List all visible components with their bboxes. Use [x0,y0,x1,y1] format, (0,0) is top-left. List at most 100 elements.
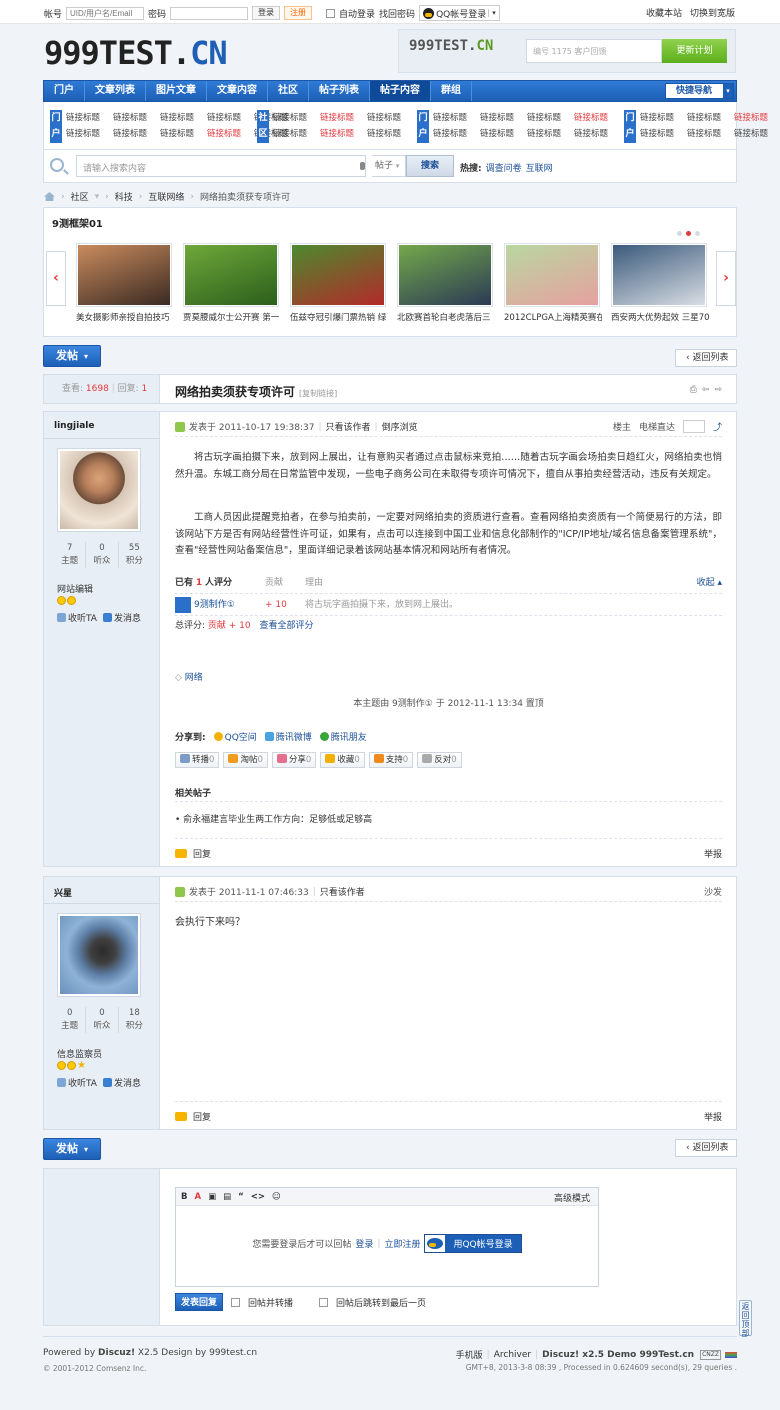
floor-jump-input[interactable] [682,420,705,433]
post-action-button[interactable]: 反对0 [417,752,462,768]
stat-threads[interactable]: 7 主题 [54,542,87,568]
ad-input[interactable]: 编号 1175 客户回馈 [526,39,662,63]
only-author-link[interactable]: 只看该作者 [320,885,365,898]
login-button[interactable]: 登录 [252,6,281,20]
login-link[interactable]: 登录 [355,1237,373,1250]
related-link[interactable]: • 俞永福建言毕业生两工作方向：足够低或足够高 [175,812,722,825]
slider-caption[interactable]: 贾莫腰威尔士公开赛 第一 [183,311,281,323]
site-logo[interactable]: 999TEST.CN [44,34,228,72]
report-link[interactable]: 举报 [704,1110,722,1123]
link-title[interactable]: 链接标题 [320,110,367,126]
slider-dot[interactable] [695,231,700,236]
stats-icon[interactable] [725,1351,737,1358]
post-action-button[interactable]: 分享0 [271,752,317,768]
link-title[interactable]: 链接标题 [207,110,254,126]
collapse-link[interactable]: 收起 ▴ [697,572,722,593]
archiver-link[interactable]: Archiver [494,1350,531,1360]
powered-brand[interactable]: Discuz! [98,1348,135,1358]
share-pengyou[interactable]: 腾讯朋友 [319,730,367,743]
link-title[interactable]: 链接标题 [574,126,621,142]
breadcrumb-item[interactable]: 互联网络 [148,190,184,203]
post-action-button[interactable]: 支持0 [368,752,414,768]
slider-thumb[interactable] [183,243,279,307]
submit-reply-button[interactable]: 发表回复 [175,1293,223,1311]
nav-item[interactable]: 文章列表 [85,81,146,101]
link-group-tag[interactable]: 门户 [50,110,62,143]
link-title[interactable]: 链接标题 [527,126,574,142]
home-icon[interactable] [44,192,55,201]
link-title[interactable]: 链接标题 [320,126,367,142]
slider-caption[interactable]: 北欧赛首轮白老虎落后三 [397,311,495,323]
register-button[interactable]: 注册 [284,6,313,20]
link-title[interactable]: 链接标题 [66,110,113,126]
quick-nav-button[interactable]: 快捷导航 ▾ [665,83,734,99]
repost-checkbox[interactable] [231,1297,240,1307]
editor-tool-button[interactable]: “ [238,1192,244,1202]
link-title[interactable]: 链接标题 [160,126,207,142]
slider-caption[interactable]: 伍兹夺冠引爆门票热销 绿 [290,311,388,323]
link-group-tag[interactable]: 门户 [624,110,636,143]
link-title[interactable]: 链接标题 [207,126,254,142]
slider-thumb[interactable] [290,243,386,307]
slider-dot[interactable] [677,231,682,236]
link-title[interactable]: 链接标题 [66,126,113,142]
rater-name[interactable]: 9测制作① [194,594,235,616]
link-title[interactable]: 链接标题 [367,126,414,142]
back-to-list-button[interactable]: ‹ 返回列表 [675,349,737,367]
author-name[interactable]: 兴星 [54,886,72,899]
search-type-select[interactable]: 帖子 ▾ [372,155,406,177]
stat-threads[interactable]: 0 主题 [54,1007,87,1033]
slider-thumb[interactable] [397,243,493,307]
mobile-link[interactable]: 手机版 [456,1348,483,1361]
slider-caption[interactable]: 美女摄影师亲授自拍技巧 [76,311,174,323]
post-action-button[interactable]: 淘帖0 [223,752,268,768]
editor-tool-button[interactable]: ▣ [208,1192,216,1202]
link-group-tag[interactable]: 社区 [257,110,269,143]
author-role[interactable]: 信息监察员 [57,1047,102,1060]
hot-link[interactable]: 调查问卷 [486,164,522,174]
rater-avatar[interactable] [175,596,191,613]
link-title[interactable]: 链接标题 [433,110,480,126]
nav-item[interactable]: 群组 [431,81,472,101]
password-input[interactable] [170,6,249,20]
back-to-top-button[interactable]: 返回顶部 [739,1300,752,1338]
stat-followers[interactable]: 0 听众 [86,542,119,568]
find-password-link[interactable]: 找回密码 [379,7,415,20]
nav-item[interactable]: 文章内容 [207,81,268,101]
jump-last-checkbox[interactable] [319,1297,329,1307]
nav-item[interactable]: 帖子列表 [309,81,370,101]
link-title[interactable]: 链接标题 [480,110,527,126]
report-link[interactable]: 举报 [704,847,722,860]
slider-thumb[interactable] [611,243,707,307]
link-title[interactable]: 链接标题 [160,110,207,126]
stat-points[interactable]: 18 积分 [119,1007,150,1033]
slider-dot[interactable] [686,231,691,236]
link-title[interactable]: 链接标题 [273,110,320,126]
avatar[interactable] [57,913,141,997]
slider-next-arrow[interactable]: › [716,251,736,306]
link-title[interactable]: 链接标题 [687,126,734,142]
slider-prev-arrow[interactable]: ‹ [46,251,66,306]
editor-tool-button[interactable]: A [194,1192,201,1202]
link-title[interactable]: 链接标题 [640,126,687,142]
slider-caption[interactable]: 西安两大优势起效 三星70 [611,311,709,323]
link-title[interactable]: 链接标题 [527,110,574,126]
go-icon[interactable]: ⤴ [713,420,722,433]
back-to-list-button[interactable]: ‹ 返回列表 [675,1139,737,1157]
copy-link[interactable]: [复制链接] [299,389,337,398]
stat-followers[interactable]: 0 听众 [86,1007,119,1033]
reply-link[interactable]: 回复 [175,847,211,860]
reply-link[interactable]: 回复 [175,1110,211,1123]
post-tag[interactable]: ◇ 网络 [175,670,203,683]
post-action-button[interactable]: 收藏0 [320,752,365,768]
link-title[interactable]: 链接标题 [113,126,160,142]
link-title[interactable]: 链接标题 [113,110,160,126]
link-title[interactable]: 链接标题 [734,126,780,142]
link-title[interactable]: 链接标题 [480,126,527,142]
account-input[interactable] [66,6,145,20]
message-link[interactable]: 发消息 [102,611,141,624]
chevron-down-icon[interactable]: ▾ [488,9,496,17]
link-title[interactable]: 链接标题 [640,110,687,126]
qq-login-button[interactable]: QQ帐号登录 ▾ [419,5,500,21]
nav-item[interactable]: 图片文章 [146,81,207,101]
